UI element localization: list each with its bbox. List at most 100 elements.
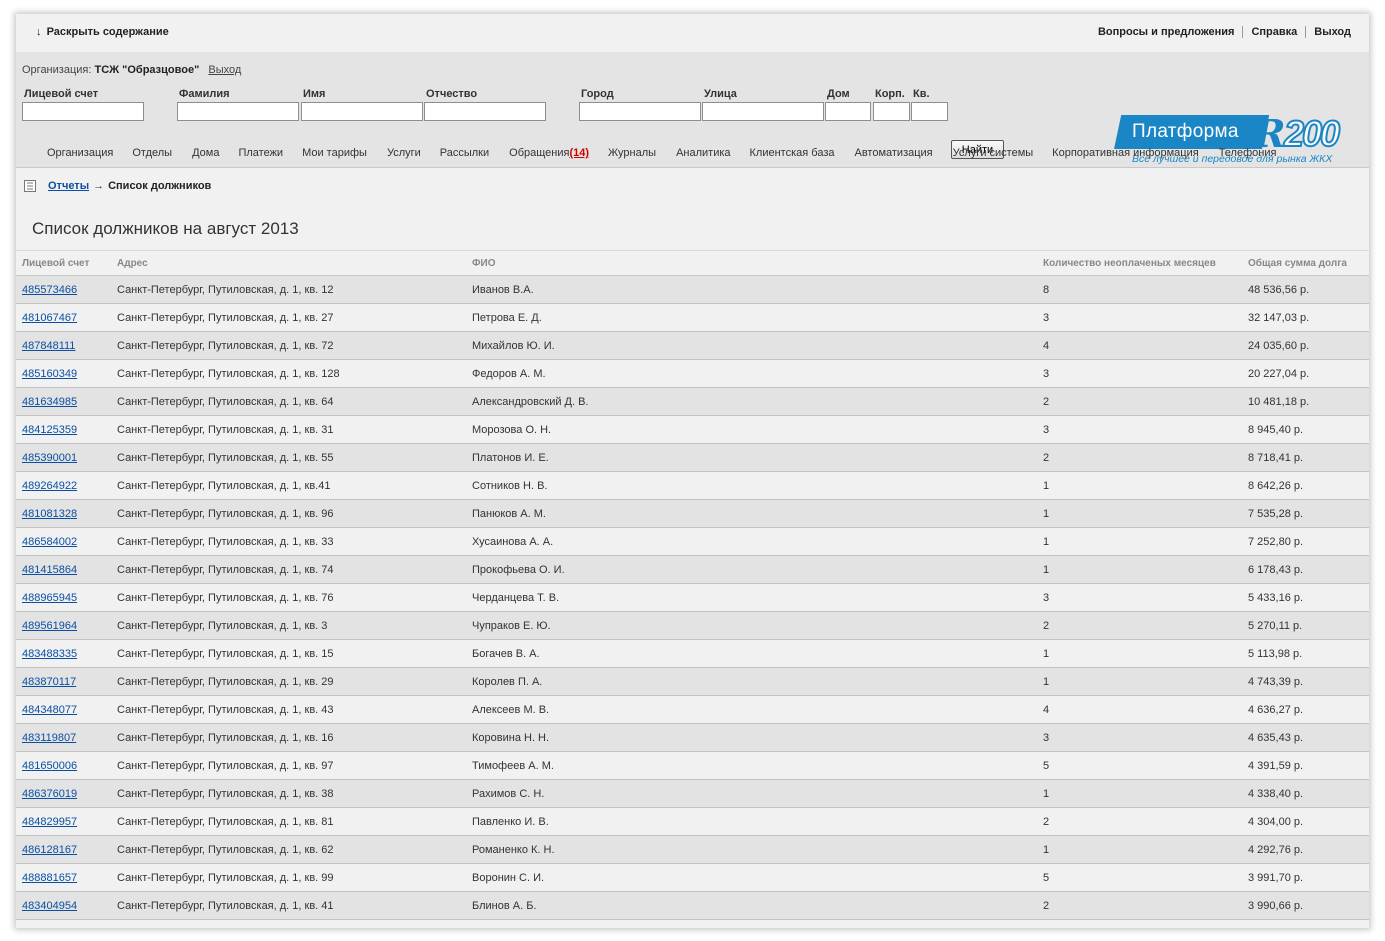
account-link[interactable]: 485573466 [22,284,77,296]
expand-contents-link[interactable]: ↓ Раскрыть содержание [36,26,169,38]
nav-services[interactable]: Услуги [387,147,421,167]
account-link[interactable]: 485390001 [22,452,77,464]
table-row: 483870117 Санкт-Петербург, Путиловская, д… [16,667,1369,696]
nav-my-tariffs[interactable]: Мои тарифы [302,147,367,167]
nav-automation[interactable]: Автоматизация [854,147,932,167]
account-link[interactable]: 487848111 [22,340,75,352]
account-link[interactable]: 486584002 [22,536,77,548]
breadcrumb-reports-link[interactable]: Отчеты [48,180,89,192]
account-link[interactable]: 488965945 [22,592,77,604]
org-name: ТСЖ "Образцовое" [94,64,200,76]
cell-total: 3 990,66 р. [1242,891,1369,920]
account-link[interactable]: 484348077 [22,704,77,716]
account-link[interactable]: 483119807 [22,732,76,744]
account-link[interactable]: 481415864 [22,564,77,576]
col-header-total[interactable]: Общая сумма долга [1242,250,1369,276]
cell-address: Санкт-Петербург, Путиловская, д. 1, кв. … [111,443,466,472]
cell-name: Коровина Н. Н. [466,723,1037,752]
nav-houses[interactable]: Дома [192,147,219,167]
account-link[interactable]: 486128167 [22,844,77,856]
account-link[interactable]: 481081328 [22,508,77,520]
street-input[interactable] [702,102,824,121]
nav-journals[interactable]: Журналы [608,147,656,167]
table-row: 486376019 Санкт-Петербург, Путиловская, д… [16,779,1369,808]
table-row: 481081328 Санкт-Петербург, Путиловская, д… [16,499,1369,528]
cell-total: 10 481,18 р. [1242,387,1369,416]
account-link[interactable]: 485160349 [22,368,77,380]
cell-total: 7 252,80 р. [1242,527,1369,556]
city-input[interactable] [579,102,701,121]
nav-client-base[interactable]: Клиентская база [750,147,835,167]
col-header-name[interactable]: ФИО [466,250,1037,276]
account-link[interactable]: 489561964 [22,620,77,632]
account-link[interactable]: 483404954 [22,900,77,912]
cell-total: 5 433,16 р. [1242,583,1369,612]
account-link[interactable]: 488881657 [22,872,77,884]
help-link[interactable]: Справка [1242,26,1305,38]
cell-name: Воронин С. И. [466,863,1037,892]
cell-total: 48 536,56 р. [1242,275,1369,304]
header-divider [16,167,1369,168]
account-link[interactable]: 484829957 [22,816,77,828]
account-link[interactable]: 481067467 [22,312,77,324]
building-input[interactable] [873,102,910,121]
apartment-label: Кв. [913,88,930,100]
lastname-input[interactable] [177,102,299,121]
account-link[interactable]: 486376019 [22,788,77,800]
nav-telephony[interactable]: Телефония [1219,147,1277,167]
account-link[interactable]: 481634985 [22,396,77,408]
cell-name: Тимофеев А. М. [466,751,1037,780]
cell-address: Санкт-Петербург, Путиловская, д. 1, кв. … [111,891,466,920]
city-field-group: Город [579,88,701,121]
org-logout-link[interactable]: Выход [208,64,241,76]
account-link[interactable]: 483870117 [22,676,76,688]
nav-analytics[interactable]: Аналитика [676,147,730,167]
cell-account: 488965945 [16,583,111,612]
col-header-address[interactable]: Адрес [111,250,466,276]
cell-account: 481634985 [16,387,111,416]
nav-system-services[interactable]: Услуги системы [953,147,1034,167]
table-row: 486584002 Санкт-Петербург, Путиловская, д… [16,527,1369,556]
col-header-account[interactable]: Лицевой счет [16,250,111,276]
cell-months: 8 [1037,275,1242,304]
cell-total: 8 642,26 р. [1242,471,1369,500]
cell-total: 4 743,39 р. [1242,667,1369,696]
table-row: 483488335 Санкт-Петербург, Путиловская, д… [16,639,1369,668]
requests-count-badge: (14) [569,147,590,159]
cell-total: 20 227,04 р. [1242,359,1369,388]
building-label: Корп. [875,88,905,100]
account-link[interactable]: 483488335 [22,648,77,660]
firstname-input[interactable] [301,102,423,121]
cell-name: Рахимов С. Н. [466,779,1037,808]
nav-departments[interactable]: Отделы [132,147,172,167]
cell-account: 485160349 [16,359,111,388]
nav-mailings[interactable]: Рассылки [440,147,489,167]
nav-payments[interactable]: Платежи [238,147,283,167]
cell-name: Прокофьева О. И. [466,555,1037,584]
account-link[interactable]: 489264922 [22,480,77,492]
feedback-link[interactable]: Вопросы и предложения [1090,26,1242,38]
col-header-months[interactable]: Количество неоплаченых месяцев [1037,250,1242,276]
logo-number: 200 [1283,112,1341,155]
nav-organization[interactable]: Организация [47,147,113,167]
patronymic-input[interactable] [424,102,546,121]
cell-account: 484829957 [16,807,111,836]
nav-corporate-info[interactable]: Корпоративная информация [1052,147,1199,167]
logout-link[interactable]: Выход [1305,26,1359,38]
cell-total: 3 991,70 р. [1242,863,1369,892]
cell-account: 484125359 [16,415,111,444]
logo-text: Платформа [1132,121,1239,142]
cell-months: 1 [1037,499,1242,528]
document-icon [24,180,36,192]
cell-total: 8 945,40 р. [1242,415,1369,444]
account-link[interactable]: 484125359 [22,424,77,436]
house-input[interactable] [825,102,871,121]
nav-requests[interactable]: Обращения(14) [509,147,589,167]
apartment-input[interactable] [911,102,948,121]
cell-months: 5 [1037,863,1242,892]
account-input[interactable] [22,102,144,121]
cell-name: Михайлов Ю. И. [466,331,1037,360]
cell-months: 3 [1037,583,1242,612]
account-link[interactable]: 481650006 [22,760,77,772]
cell-total: 4 338,40 р. [1242,779,1369,808]
